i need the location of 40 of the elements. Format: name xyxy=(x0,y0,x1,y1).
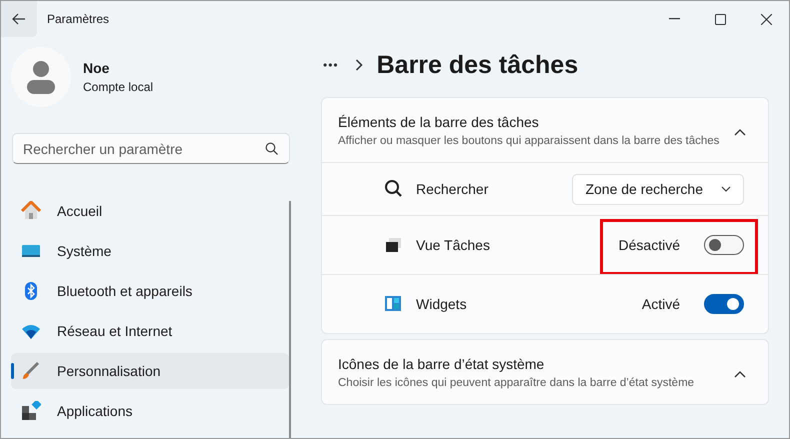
close-icon xyxy=(760,14,772,24)
toggle-status: Activé xyxy=(642,296,680,312)
dropdown[interactable]: Zone de recherche xyxy=(572,174,744,204)
maximize-icon xyxy=(714,14,726,24)
section-title: Éléments de la barre des tâches xyxy=(338,114,540,130)
breadcrumb-more[interactable]: ••• xyxy=(321,58,341,72)
search-icon xyxy=(265,142,278,155)
stacked-windows-icon xyxy=(384,235,404,255)
chevron-right-icon xyxy=(354,59,363,71)
setting-label: Rechercher xyxy=(416,181,490,197)
sidebar-item[interactable]: Réseau et Internet xyxy=(11,313,289,349)
widgets-icon xyxy=(384,294,404,314)
sidebar-item[interactable]: Système xyxy=(11,233,289,269)
section-description: Afficher ou masquer les boutons qui apparaissent dans la barre des tâches xyxy=(338,134,720,149)
house-icon xyxy=(21,201,41,221)
sidebar-item[interactable]: Bluetooth et appareils xyxy=(11,273,289,309)
sidebar-item[interactable]: Accueil xyxy=(11,193,289,229)
person-silhouette-icon xyxy=(26,60,56,94)
toggle-switch[interactable] xyxy=(704,235,744,255)
sidebar-item[interactable]: Personnalisation xyxy=(11,353,289,389)
chevron-up-icon xyxy=(734,370,746,378)
toggle-status: Désactivé xyxy=(618,237,680,253)
apps-icon xyxy=(21,401,41,421)
minimize-icon xyxy=(668,18,680,20)
back-arrow-icon xyxy=(12,13,26,25)
setting-label: Vue Tâches xyxy=(416,237,491,253)
brush-icon xyxy=(21,361,41,381)
search-field[interactable]: Rechercher un paramètre xyxy=(12,133,290,164)
toggle-switch[interactable] xyxy=(704,294,744,314)
account-type: Compte local xyxy=(83,80,154,94)
setting-label: Widgets xyxy=(416,296,468,312)
chevron-up-icon xyxy=(734,128,746,136)
window-title: Paramètres xyxy=(47,12,110,26)
sidebar-item[interactable]: Applications xyxy=(11,393,289,429)
account-name: Noe xyxy=(83,60,110,76)
section-title: Icônes de la barre d’état système xyxy=(338,356,546,372)
page-title: Barre des tâches xyxy=(376,50,578,80)
section-description: Choisir les icônes qui peuvent apparaître dans la barre d’état système xyxy=(338,376,696,391)
chevron-down-icon xyxy=(721,186,731,192)
search-icon xyxy=(384,179,404,199)
